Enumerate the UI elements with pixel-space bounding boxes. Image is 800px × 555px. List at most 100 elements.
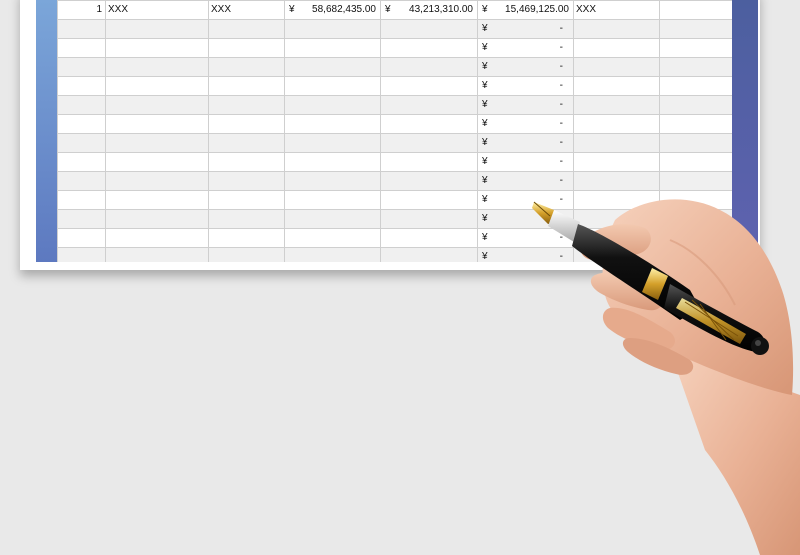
cell-index[interactable] bbox=[57, 38, 106, 58]
cell-category[interactable] bbox=[208, 171, 285, 191]
cell-amount-1[interactable] bbox=[284, 95, 381, 115]
cell-amount-3[interactable]: ¥- bbox=[477, 133, 574, 153]
cell-index[interactable]: 1 bbox=[57, 0, 106, 20]
cell-amount-2[interactable] bbox=[380, 133, 478, 153]
cell-amount-3[interactable]: ¥- bbox=[477, 152, 574, 172]
cell-index[interactable] bbox=[57, 114, 106, 134]
cell-amount-1[interactable]: ¥58,682,435.00 bbox=[284, 0, 381, 20]
cell-extra[interactable] bbox=[659, 0, 732, 20]
cell-index[interactable] bbox=[57, 57, 106, 77]
cell-index[interactable] bbox=[57, 228, 106, 248]
cell-amount-1[interactable] bbox=[284, 114, 381, 134]
cell-name[interactable] bbox=[105, 247, 209, 262]
cell-amount-2[interactable] bbox=[380, 190, 478, 210]
cell-extra[interactable] bbox=[659, 95, 732, 115]
cell-index[interactable] bbox=[57, 247, 106, 262]
cell-name[interactable] bbox=[105, 228, 209, 248]
cell-amount-3[interactable]: ¥- bbox=[477, 19, 574, 39]
cell-amount-1[interactable] bbox=[284, 133, 381, 153]
cell-name[interactable] bbox=[105, 19, 209, 39]
cell-amount-1[interactable] bbox=[284, 190, 381, 210]
cell-category[interactable] bbox=[208, 95, 285, 115]
cell-amount-2[interactable] bbox=[380, 209, 478, 229]
cell-index[interactable] bbox=[57, 152, 106, 172]
cell-name[interactable]: XXX bbox=[105, 0, 209, 20]
cell-name[interactable] bbox=[105, 57, 209, 77]
spreadsheet-mockup: 1 XXX XXX ¥58,682,435.00 ¥43,213,310.00 ¥15,4… bbox=[0, 0, 800, 555]
cell-amount-2[interactable] bbox=[380, 38, 478, 58]
cell-amount-2[interactable] bbox=[380, 247, 478, 262]
cell-amount-3[interactable]: ¥- bbox=[477, 95, 574, 115]
cell-name[interactable] bbox=[105, 114, 209, 134]
cell-category[interactable] bbox=[208, 38, 285, 58]
cell-amount-3[interactable]: ¥15,469,125.00 bbox=[477, 0, 574, 20]
cell-extra[interactable] bbox=[659, 19, 732, 39]
cell-category[interactable] bbox=[208, 209, 285, 229]
cell-extra[interactable] bbox=[659, 57, 732, 77]
cell-amount-2[interactable] bbox=[380, 76, 478, 96]
cell-index[interactable] bbox=[57, 171, 106, 191]
cell-name[interactable] bbox=[105, 76, 209, 96]
cell-category[interactable] bbox=[208, 76, 285, 96]
cell-category[interactable] bbox=[208, 152, 285, 172]
cell-name[interactable] bbox=[105, 95, 209, 115]
cell-category[interactable] bbox=[208, 133, 285, 153]
cell-amount-1[interactable] bbox=[284, 171, 381, 191]
cell-name[interactable] bbox=[105, 190, 209, 210]
cell-index[interactable] bbox=[57, 19, 106, 39]
cell-amount-1[interactable] bbox=[284, 152, 381, 172]
cell-amount-3[interactable]: ¥- bbox=[477, 76, 574, 96]
cell-amount-3[interactable]: ¥- bbox=[477, 57, 574, 77]
cell-extra[interactable] bbox=[659, 114, 732, 134]
cell-note[interactable] bbox=[573, 95, 660, 115]
cell-index[interactable] bbox=[57, 133, 106, 153]
cell-note[interactable] bbox=[573, 76, 660, 96]
cell-note[interactable] bbox=[573, 57, 660, 77]
cell-name[interactable] bbox=[105, 209, 209, 229]
cell-note[interactable] bbox=[573, 114, 660, 134]
cell-amount-2[interactable] bbox=[380, 57, 478, 77]
cell-amount-2[interactable] bbox=[380, 152, 478, 172]
cell-index[interactable] bbox=[57, 190, 106, 210]
cell-note[interactable]: XXX bbox=[573, 0, 660, 20]
cell-name[interactable] bbox=[105, 38, 209, 58]
cell-amount-1[interactable] bbox=[284, 38, 381, 58]
cell-note[interactable] bbox=[573, 133, 660, 153]
cell-category[interactable]: XXX bbox=[208, 0, 285, 20]
cell-amount-2[interactable] bbox=[380, 171, 478, 191]
cell-note[interactable] bbox=[573, 38, 660, 58]
cell-amount-1[interactable] bbox=[284, 57, 381, 77]
cell-note[interactable] bbox=[573, 152, 660, 172]
cell-amount-3[interactable]: ¥- bbox=[477, 114, 574, 134]
cell-category[interactable] bbox=[208, 190, 285, 210]
cell-amount-2[interactable] bbox=[380, 95, 478, 115]
table-row: ¥- bbox=[57, 133, 732, 153]
currency-symbol: ¥ bbox=[482, 156, 488, 167]
cell-amount-2[interactable] bbox=[380, 228, 478, 248]
cell-amount-1[interactable] bbox=[284, 209, 381, 229]
cell-extra[interactable] bbox=[659, 133, 732, 153]
cell-category[interactable] bbox=[208, 228, 285, 248]
cell-amount-1[interactable] bbox=[284, 76, 381, 96]
cell-category[interactable] bbox=[208, 19, 285, 39]
cell-amount-1[interactable] bbox=[284, 19, 381, 39]
cell-extra[interactable] bbox=[659, 38, 732, 58]
cell-category[interactable] bbox=[208, 57, 285, 77]
cell-index[interactable] bbox=[57, 95, 106, 115]
cell-name[interactable] bbox=[105, 171, 209, 191]
cell-extra[interactable] bbox=[659, 76, 732, 96]
cell-name[interactable] bbox=[105, 133, 209, 153]
cell-amount-3[interactable]: ¥- bbox=[477, 38, 574, 58]
cell-amount-1[interactable] bbox=[284, 247, 381, 262]
cell-amount-1[interactable] bbox=[284, 228, 381, 248]
cell-amount-2[interactable]: ¥43,213,310.00 bbox=[380, 0, 478, 20]
cell-index[interactable] bbox=[57, 209, 106, 229]
cell-extra[interactable] bbox=[659, 152, 732, 172]
cell-note[interactable] bbox=[573, 19, 660, 39]
cell-amount-2[interactable] bbox=[380, 114, 478, 134]
cell-category[interactable] bbox=[208, 247, 285, 262]
cell-category[interactable] bbox=[208, 114, 285, 134]
cell-name[interactable] bbox=[105, 152, 209, 172]
cell-index[interactable] bbox=[57, 76, 106, 96]
cell-amount-2[interactable] bbox=[380, 19, 478, 39]
